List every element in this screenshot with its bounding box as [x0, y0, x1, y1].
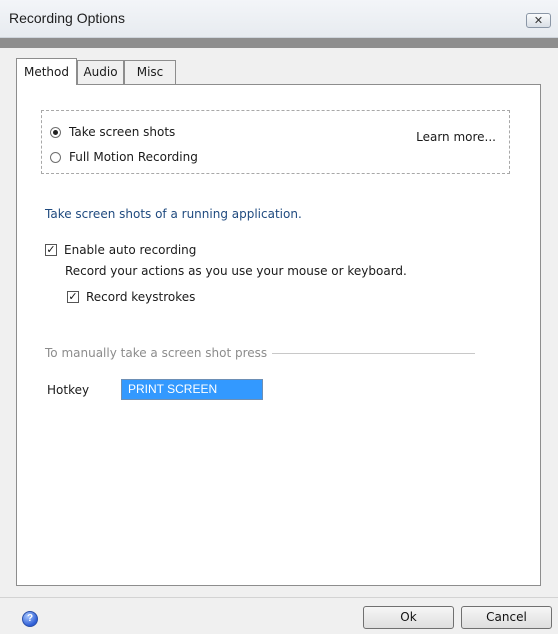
learn-more-link[interactable]: Learn more...	[416, 130, 496, 144]
checkbox-label: Record keystrokes	[86, 290, 196, 304]
hotkey-label: Hotkey	[47, 383, 90, 397]
option-label: Take screen shots	[69, 125, 176, 139]
footer-divider	[0, 597, 558, 598]
title-bar: Recording Options ✕	[0, 0, 558, 38]
method-description: Take screen shots of a running applicati…	[45, 207, 302, 221]
radio-unselected-icon[interactable]	[50, 151, 61, 163]
window-title: Recording Options	[9, 10, 125, 26]
option-full-motion-recording[interactable]: Full Motion Recording	[50, 150, 198, 164]
auto-recording-help: Record your actions as you use your mous…	[65, 264, 407, 278]
help-icon[interactable]: ?	[22, 611, 38, 627]
checkbox-label: Enable auto recording	[64, 243, 197, 257]
cancel-button[interactable]: Cancel	[461, 606, 552, 629]
header-strip	[0, 38, 558, 48]
close-button[interactable]: ✕	[526, 13, 551, 28]
recording-mode-group: Take screen shots Full Motion Recording …	[41, 110, 510, 174]
option-label: Full Motion Recording	[69, 150, 198, 164]
tab-misc[interactable]: Misc	[124, 60, 176, 84]
radio-selected-icon[interactable]	[50, 126, 61, 138]
enable-auto-recording[interactable]: ✓ Enable auto recording	[45, 243, 196, 257]
option-take-screen-shots[interactable]: Take screen shots	[50, 125, 175, 139]
close-icon: ✕	[533, 14, 544, 27]
manual-screenshot-group-label: To manually take a screen shot press	[45, 346, 268, 360]
ok-button[interactable]: Ok	[363, 606, 454, 629]
hotkey-input[interactable]: PRINT SCREEN	[121, 379, 263, 400]
help-glyph: ?	[26, 613, 34, 624]
record-keystrokes[interactable]: ✓ Record keystrokes	[67, 290, 195, 304]
method-tab-panel: Take screen shots Full Motion Recording …	[16, 84, 541, 586]
tab-audio[interactable]: Audio	[77, 60, 124, 84]
group-divider	[272, 353, 475, 354]
checkbox-checked-icon[interactable]: ✓	[45, 244, 57, 256]
tab-method[interactable]: Method	[16, 58, 77, 85]
checkbox-checked-icon[interactable]: ✓	[67, 291, 79, 303]
